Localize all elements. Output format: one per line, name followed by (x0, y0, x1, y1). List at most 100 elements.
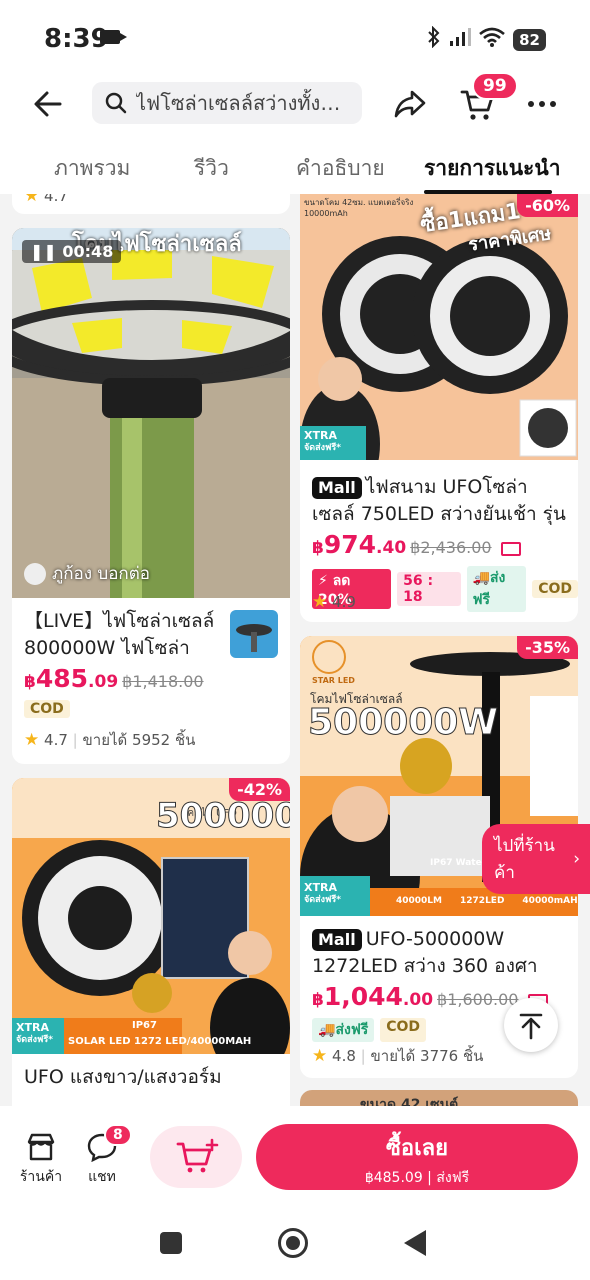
xtra-badge: XTRA จัดส่งฟรี* (304, 881, 341, 906)
product-image: ซื้อ1แถม1 ราคาพิเศษ ขนาดโคม 42ซม. แบตเตอ… (300, 194, 578, 460)
cod-badge: COD (532, 580, 578, 598)
discount-badge: -60% (517, 194, 578, 217)
product-card[interactable]: โคมไฟ UFO 500000W IP67 SOLAR LED 1272 LE… (12, 778, 290, 1106)
mall-badge: Mall (312, 929, 362, 951)
share-button[interactable] (392, 86, 428, 122)
cod-badge: COD (24, 700, 70, 718)
free-shipping-tag: 🚚ส่งฟรี (312, 1018, 375, 1042)
voucher-icon (501, 541, 522, 556)
add-to-cart-button[interactable] (150, 1126, 242, 1188)
bluetooth-icon (427, 25, 441, 54)
product-price: ฿485.09 ฿1,418.00 (24, 664, 204, 693)
search-input[interactable]: ไฟโซล่าเซลล์สว่างทั้งคื... (92, 82, 362, 124)
image-ip: IP67 (132, 1020, 157, 1031)
top-header: ไฟโซล่าเซลล์สว่างทั้งคื... 99 (0, 72, 590, 130)
chat-badge: 8 (104, 1124, 132, 1146)
go-to-store-button[interactable]: ไปที่ร้านค้า › (482, 824, 590, 894)
star-icon: ★ (24, 730, 40, 750)
image-specs: ขนาดโคม 42ซม. แบตเตอรี่จริง 10000mAh (304, 198, 414, 218)
tab-overview[interactable]: ภาพรวม (54, 152, 130, 185)
status-bar: 8:39 82 (0, 0, 590, 78)
product-card-live[interactable]: โคมไฟโซล่าเซลล์ ❚❚ 00:48 ภูก้อง บอกต่อ 【… (12, 228, 290, 764)
image-footer: SOLAR LED 1272 LED/40000MAH (68, 1036, 252, 1047)
share-icon (394, 90, 426, 118)
more-dots-icon (528, 101, 556, 107)
product-card-partial[interactable]: ★ 4.7 (12, 194, 290, 214)
rating-sold: ★ 4.7 | ขายได้ 5952 ชิ้น (24, 730, 196, 750)
chevron-right-icon: › (573, 849, 580, 869)
ufo-lamp-photo (12, 228, 290, 598)
back-button[interactable] (30, 86, 66, 122)
countdown-timer: 56 : 18 (397, 572, 461, 606)
store-button[interactable]: ร้านค้า (18, 1132, 64, 1188)
battery-indicator: 82 (513, 29, 546, 51)
buy-now-button[interactable]: ซื้อเลย ฿485.09 | ส่งฟรี (256, 1124, 578, 1190)
buy-now-sub: ฿485.09 | ส่งฟรี (364, 1170, 470, 1186)
recents-button[interactable] (160, 1232, 182, 1254)
arrow-left-icon (34, 91, 62, 117)
rating: ★ 4.9 (312, 592, 356, 612)
product-price: ฿974.40 ฿2,436.00 (312, 530, 522, 559)
signal-icon (449, 27, 472, 53)
bottom-action-bar: ร้านค้า แชท 8 ซื้อเลย ฿485.09 | ส่งฟรี (0, 1106, 590, 1206)
product-card-partial[interactable]: ขนาด 42 เซนต์ (300, 1090, 578, 1106)
search-icon (105, 92, 127, 114)
tab-recommended[interactable]: รายการแนะนำ (424, 152, 560, 185)
star-icon: ★ (24, 194, 40, 206)
search-placeholder: ไฟโซล่าเซลล์สว่างทั้งคื... (136, 91, 346, 115)
home-button[interactable] (278, 1228, 308, 1258)
arrow-up-icon (519, 1013, 543, 1040)
store-icon (27, 1133, 55, 1161)
avatar (24, 562, 46, 585)
star-icon: ★ (312, 1046, 328, 1066)
tab-description[interactable]: คำอธิบาย (296, 152, 385, 185)
brand-name: STAR LED (312, 676, 355, 685)
product-title: Mall ไฟสนาม UFOโซล่าเซลล์ 750LED สว่างยัน… (312, 476, 566, 525)
cart-count-badge: 99 (472, 72, 518, 100)
wifi-icon (479, 27, 505, 53)
product-card[interactable]: ซื้อ1แถม1 ราคาพิเศษ ขนาดโคม 42ซม. แบตเตอ… (300, 194, 578, 622)
pause-icon: ❚❚ (30, 242, 57, 261)
truck-icon: 🚚 (318, 1022, 336, 1038)
section-tabs: ภาพรวม รีวิว คำอธิบาย รายการแนะนำ (0, 142, 590, 194)
tab-reviews[interactable]: รีวิว (194, 152, 229, 185)
streamer-info: ภูก้อง บอกต่อ (24, 560, 150, 587)
image-headline: 500000W (307, 702, 499, 744)
cart-plus-icon (176, 1138, 219, 1173)
flash-icon: ⚡ (318, 573, 328, 589)
xtra-badge: XTRA จัดส่งฟรี* (16, 1021, 53, 1046)
streamer-name: ภูก้อง บอกต่อ (52, 564, 150, 584)
system-nav-bar (0, 1206, 590, 1280)
cod-badge: COD (380, 1018, 427, 1042)
rating: ★ 4.7 (24, 194, 68, 206)
product-image: โคมไฟ UFO 500000W IP67 SOLAR LED 1272 LE… (12, 778, 290, 1054)
product-title: MallUFO-500000W 1272LED สว่าง 360 องศา ก… (312, 928, 538, 977)
product-title: UFO แสงขาว/แสงวอร์ม โคมไ... (24, 1066, 222, 1088)
truck-icon: 🚚 (472, 570, 491, 586)
image-headline: 500000W (155, 796, 290, 837)
xtra-badge: XTRA จัดส่งฟรี* (304, 429, 341, 454)
recommendation-feed[interactable]: ★ 4.7 โคมไฟโซล่าเซลล์ ❚❚ 00:48 ภูก้อง บอ… (0, 194, 590, 1106)
chat-label: แชท (88, 1169, 116, 1185)
discount-badge: -35% (517, 636, 578, 659)
product-thumbnail[interactable] (230, 610, 278, 658)
camera-icon (100, 30, 127, 44)
original-price: ฿1,418.00 (122, 672, 204, 691)
image-specs: 40000LM 1272LED 40000mAH (396, 896, 578, 906)
brand-logo (312, 640, 346, 674)
star-icon: ★ (312, 592, 328, 612)
product-title: 【LIVE】ไฟโซล่าเซลล์ 800000W ไฟโซล่าเซล... (24, 610, 215, 659)
buy-now-label: ซื้อเลย (385, 1136, 449, 1161)
live-timer: ❚❚ 00:48 (22, 240, 122, 263)
mall-badge: Mall (312, 477, 362, 499)
original-price: ฿2,436.00 (410, 538, 492, 557)
more-options-button[interactable] (526, 88, 558, 120)
discount-badge: -42% (229, 778, 290, 801)
promo-tags: 🚚ส่งฟรี COD (312, 1018, 427, 1042)
free-shipping-tag: 🚚ส่งฟรี (466, 566, 527, 612)
rating-sold: ★ 4.8 | ขายได้ 3776 ชิ้น (312, 1046, 484, 1066)
store-label: ร้านค้า (19, 1169, 63, 1185)
scroll-top-button[interactable] (504, 998, 558, 1052)
image-text: ขนาด 42 เซนต์ (360, 1097, 459, 1106)
back-nav-button[interactable] (404, 1230, 426, 1256)
